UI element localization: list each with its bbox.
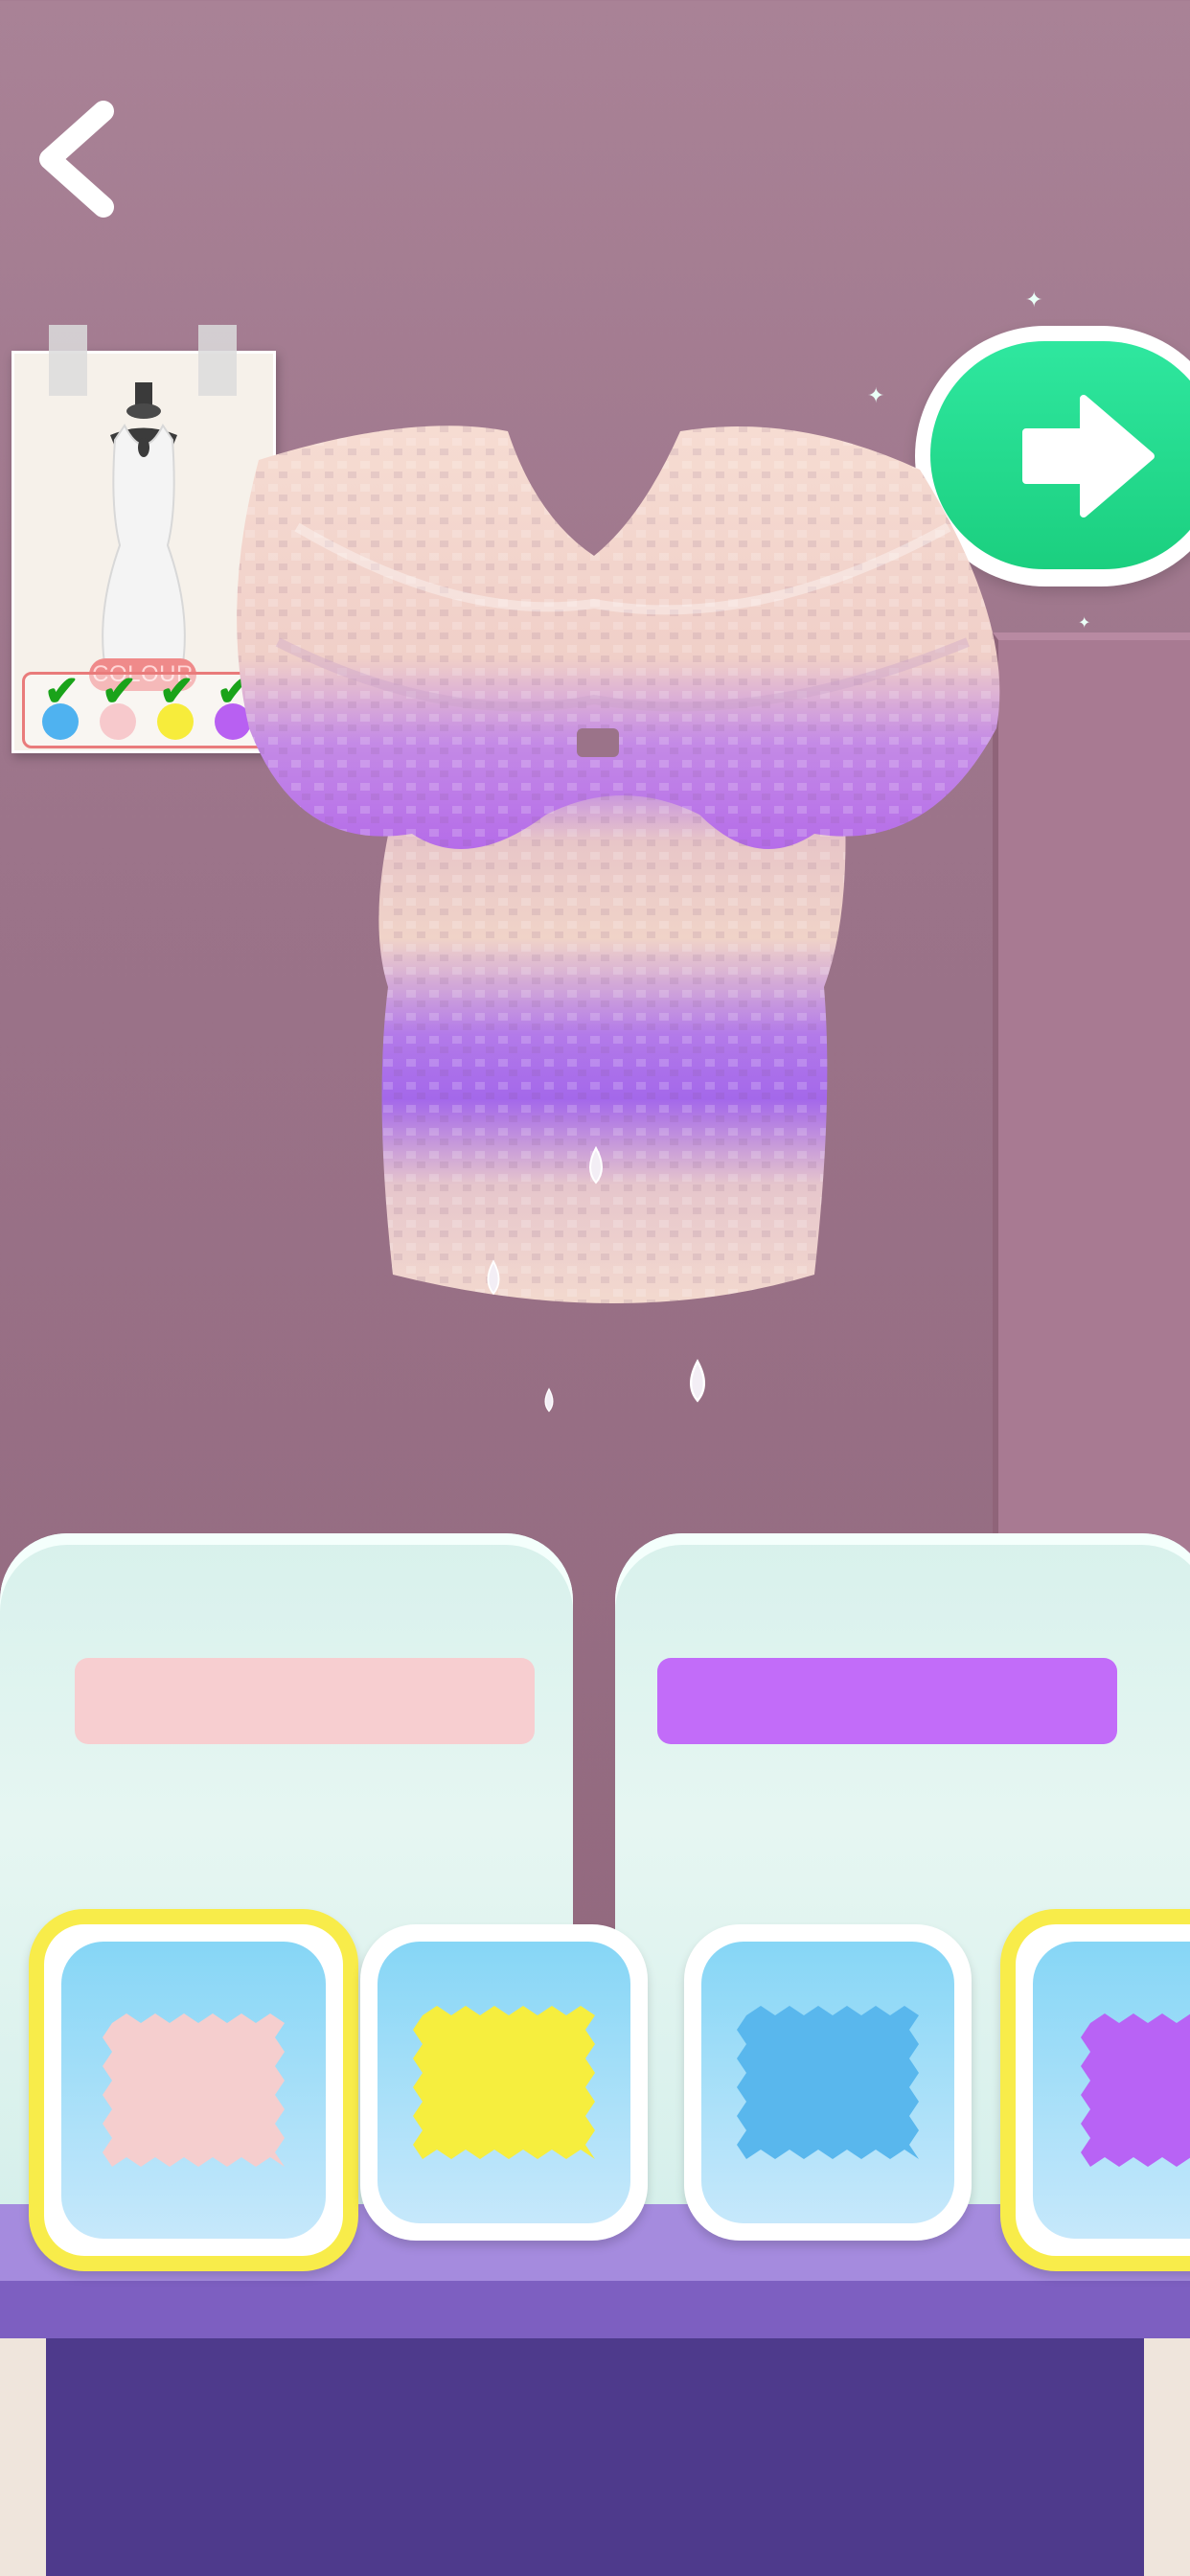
check-icon: ✔ xyxy=(159,668,195,715)
drip xyxy=(589,1146,603,1184)
dyed-dress[interactable] xyxy=(220,412,1025,1428)
drip xyxy=(690,1359,705,1403)
fabric-swatch-icon xyxy=(1081,2013,1190,2167)
dye-liquid xyxy=(75,1658,535,1744)
swatch-button-yellow[interactable] xyxy=(360,1924,648,2241)
fabric-swatch-icon xyxy=(737,2006,919,2159)
sparkle: ✦ xyxy=(1025,288,1043,311)
cabinet xyxy=(46,2338,1144,2576)
reference-dress-image xyxy=(102,382,186,671)
drip xyxy=(544,1388,554,1413)
floor xyxy=(1144,2338,1190,2576)
check-icon: ✔ xyxy=(102,668,137,715)
floor xyxy=(0,2338,46,2576)
sparkle: ✦ xyxy=(1078,615,1091,632)
drip xyxy=(487,1259,500,1296)
fabric-swatch-icon xyxy=(103,2013,285,2167)
swatch-button-blue[interactable] xyxy=(684,1924,972,2241)
swatch-button-pink[interactable] xyxy=(29,1909,358,2271)
arrow-right-icon xyxy=(1022,395,1155,518)
chevron-left-icon xyxy=(39,101,114,218)
back-button[interactable] xyxy=(29,96,125,220)
swatch-button-purple[interactable] xyxy=(1000,1909,1190,2271)
dye-liquid xyxy=(657,1658,1117,1744)
sparkle: ✦ xyxy=(867,383,885,407)
check-icon: ✔ xyxy=(44,668,80,715)
fabric-swatch-icon xyxy=(413,2006,595,2159)
shelf-front xyxy=(0,2281,1190,2338)
